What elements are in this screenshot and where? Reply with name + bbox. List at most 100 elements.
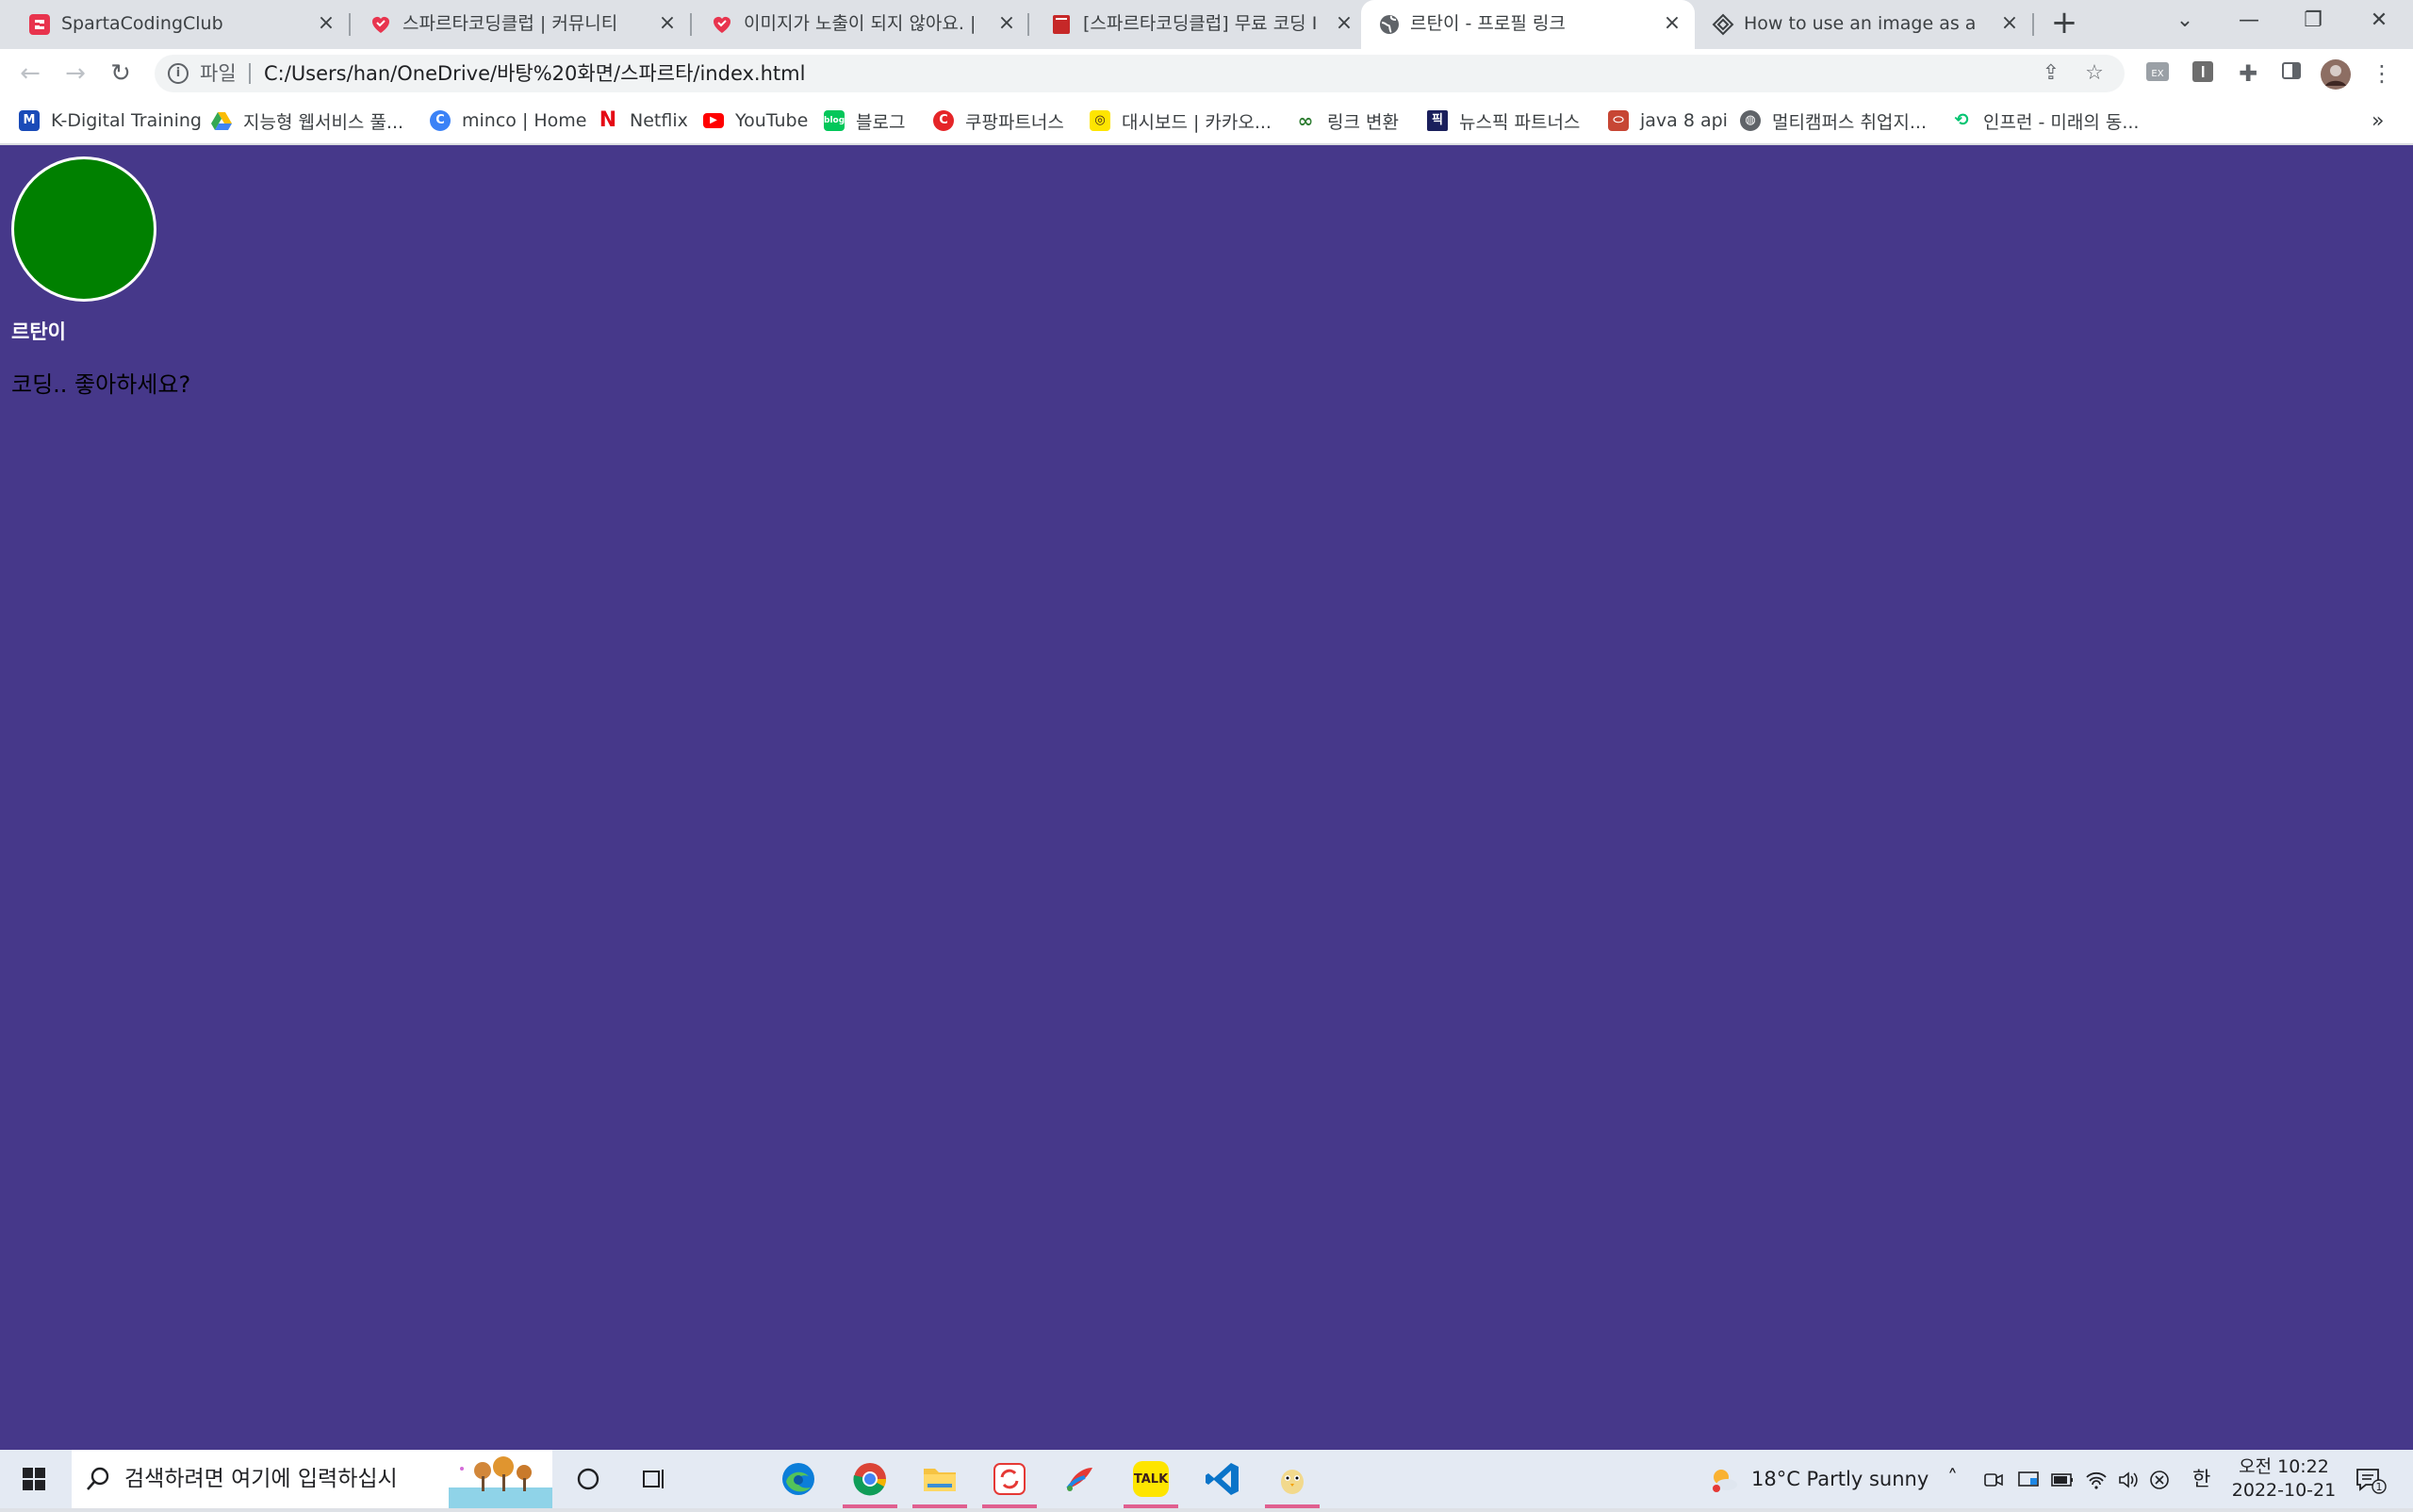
globe-icon (1378, 13, 1401, 36)
meet-now-icon[interactable] (1983, 1450, 2004, 1508)
side-panel-icon[interactable] (2277, 59, 2306, 88)
bookmark-label: minco | Home (462, 110, 587, 131)
bookmark-newspic[interactable]: 픽 뉴스픽 파트너스 (1427, 98, 1580, 143)
bookmark-label: 쿠팡파트너스 (965, 111, 1064, 133)
close-tab-icon[interactable]: × (1333, 12, 1355, 35)
notification-center-icon[interactable]: 1 (2355, 1450, 2387, 1508)
bird-app-icon[interactable] (1259, 1450, 1325, 1508)
info-icon[interactable]: i (168, 63, 189, 84)
sync-icon[interactable] (977, 1450, 1042, 1508)
tab-title: 이미지가 노출이 되지 않아요. | (744, 13, 977, 34)
bookmark-blog[interactable]: blog 블로그 (824, 98, 905, 143)
book-icon (1050, 13, 1073, 36)
weather-icon[interactable] (1708, 1450, 1740, 1508)
bookmark-star-icon[interactable]: ☆ (2083, 62, 2106, 85)
paint-icon[interactable] (1046, 1450, 1112, 1508)
address-divider (249, 63, 251, 84)
vscode-icon[interactable] (1190, 1450, 1256, 1508)
newspic-icon: 픽 (1427, 110, 1448, 131)
file-explorer-icon[interactable] (907, 1450, 973, 1508)
clock-date: 2022-10-21 (2231, 1480, 2337, 1501)
search-icon (85, 1466, 111, 1496)
link-icon: ∞ (1297, 109, 1314, 132)
close-tab-icon[interactable]: × (656, 12, 679, 35)
close-tab-icon[interactable]: × (1998, 12, 2021, 35)
bookmark-coupang[interactable]: C 쿠팡파트너스 (933, 98, 1064, 143)
new-tab-button[interactable]: + (2032, 4, 2096, 45)
profile-name: 르탄이 (11, 320, 66, 343)
extensions-puzzle-icon[interactable]: ✚ (2234, 59, 2262, 88)
bookmark-label: 인프런 - 미래의 동... (1983, 111, 2140, 133)
netflix-icon: N (599, 108, 617, 132)
close-tab-icon[interactable]: × (995, 12, 1018, 35)
chrome-icon[interactable] (837, 1450, 903, 1508)
windows-start-icon[interactable] (0, 1450, 68, 1508)
sparta-logo-icon (28, 13, 51, 36)
cortana-icon[interactable] (560, 1450, 616, 1508)
screen-share-icon[interactable] (2017, 1450, 2040, 1508)
kakao-icon: ◎ (1090, 110, 1110, 131)
tab-title: 르탄이 - 프로필 링크 (1410, 13, 1566, 34)
app-tray-x-icon[interactable] (2149, 1450, 2170, 1508)
extension-ex-icon[interactable]: EX (2143, 59, 2172, 88)
tab-title: [스파르타코딩클럽] 무료 코딩 I (1083, 13, 1318, 34)
bookmarks-overflow-button[interactable]: » (2372, 98, 2384, 143)
bookmark-label: 뉴스픽 파트너스 (1459, 111, 1581, 133)
battery-icon[interactable] (2051, 1450, 2074, 1508)
globe-icon: ◍ (1740, 110, 1761, 131)
taskbar-search[interactable]: 검색하려면 여기에 입력하십시 (72, 1450, 552, 1508)
bookmark-kakao-dashboard[interactable]: ◎ 대시보드 | 카카오... (1090, 98, 1272, 143)
clock-time: 오전 10:22 (2239, 1456, 2329, 1477)
bookmark-google-drive[interactable]: 지능형 웹서비스 풀... (211, 98, 403, 143)
edge-icon[interactable] (765, 1450, 831, 1508)
close-window-button[interactable]: ✕ (2347, 0, 2411, 41)
bookmark-link-convert[interactable]: ∞ 링크 변환 (1295, 98, 1399, 143)
bookmark-label: 멀티캠퍼스 취업지... (1772, 111, 1927, 133)
profile-avatar[interactable] (2321, 59, 2351, 90)
tab-title: SpartaCodingClub (61, 13, 223, 34)
reload-icon[interactable]: ↻ (102, 57, 140, 90)
bookmark-label: Netflix (630, 110, 688, 131)
close-tab-icon[interactable]: × (315, 12, 337, 35)
restore-button[interactable]: ❐ (2281, 0, 2345, 41)
wifi-icon[interactable] (2085, 1450, 2108, 1508)
bookmark-label: java 8 api (1640, 110, 1728, 131)
coupang-icon: C (933, 110, 954, 131)
tab-title: How to use an image as a link (1744, 13, 1979, 34)
kakaotalk-icon[interactable]: TALK (1118, 1450, 1184, 1508)
forward-arrow-icon[interactable]: → (57, 57, 94, 90)
tab-community[interactable]: 스파르타코딩클럽 | 커뮤니티 × (341, 0, 682, 49)
address-bar[interactable]: i 파일 C:/Users/han/OneDrive/바탕%20화면/스파르타/… (155, 55, 2125, 92)
bookmark-inflearn[interactable]: ⟲ 인프런 - 미래의 동... (1951, 98, 2139, 143)
bookmark-netflix[interactable]: N Netflix (598, 98, 688, 143)
bookmark-youtube[interactable]: ▶ YouTube (703, 98, 808, 143)
close-tab-icon[interactable]: × (1661, 12, 1683, 35)
taskbar-clock[interactable]: 오전 10:22 2022-10-21 (2223, 1455, 2345, 1503)
weather-text[interactable]: 18°C Partly sunny (1751, 1450, 1929, 1508)
share-icon[interactable]: ⇪ (2040, 62, 2062, 85)
bookmark-java-api[interactable]: ⬭ java 8 api (1608, 98, 1728, 143)
tab-image-as-link[interactable]: How to use an image as a link × (1695, 0, 2034, 49)
kebab-menu-icon[interactable]: ⋮ (2368, 59, 2396, 88)
tab-profile-link-active[interactable]: 르탄이 - 프로필 링크 × (1361, 0, 1695, 49)
task-view-icon[interactable] (626, 1450, 682, 1508)
minimize-button[interactable]: — (2217, 0, 2281, 41)
extension-i-icon[interactable] (2189, 59, 2217, 88)
inflearn-icon: ⟲ (1954, 110, 1969, 130)
tray-overflow-chevron-icon[interactable]: ˄ (1947, 1450, 1958, 1508)
tab-image-question[interactable]: 이미지가 노출이 되지 않아요. | × (682, 0, 1022, 49)
profile-description: 코딩.. 좋아하세요? (11, 371, 191, 398)
address-scheme-label: 파일 (200, 62, 237, 85)
bookmark-multicampus[interactable]: ◍ 멀티캠퍼스 취업지... (1740, 98, 1927, 143)
tab-free-coding[interactable]: [스파르타코딩클럽] 무료 코딩 I × (1022, 0, 1361, 49)
address-url[interactable]: C:/Users/han/OneDrive/바탕%20화면/스파르타/index… (264, 55, 805, 92)
bookmark-minco[interactable]: C minco | Home (430, 98, 587, 143)
tab-spartacodingclub[interactable]: SpartaCodingClub × (0, 0, 341, 49)
bookmark-k-digital[interactable]: M K-Digital Training (19, 98, 202, 143)
google-drive-icon (211, 110, 232, 131)
tab-search-button[interactable]: ⌄ (2153, 0, 2217, 41)
volume-icon[interactable] (2117, 1450, 2140, 1508)
back-arrow-icon[interactable]: ← (11, 57, 49, 90)
profile-avatar-image[interactable] (11, 156, 156, 302)
ime-indicator[interactable]: 한 (2192, 1450, 2210, 1508)
